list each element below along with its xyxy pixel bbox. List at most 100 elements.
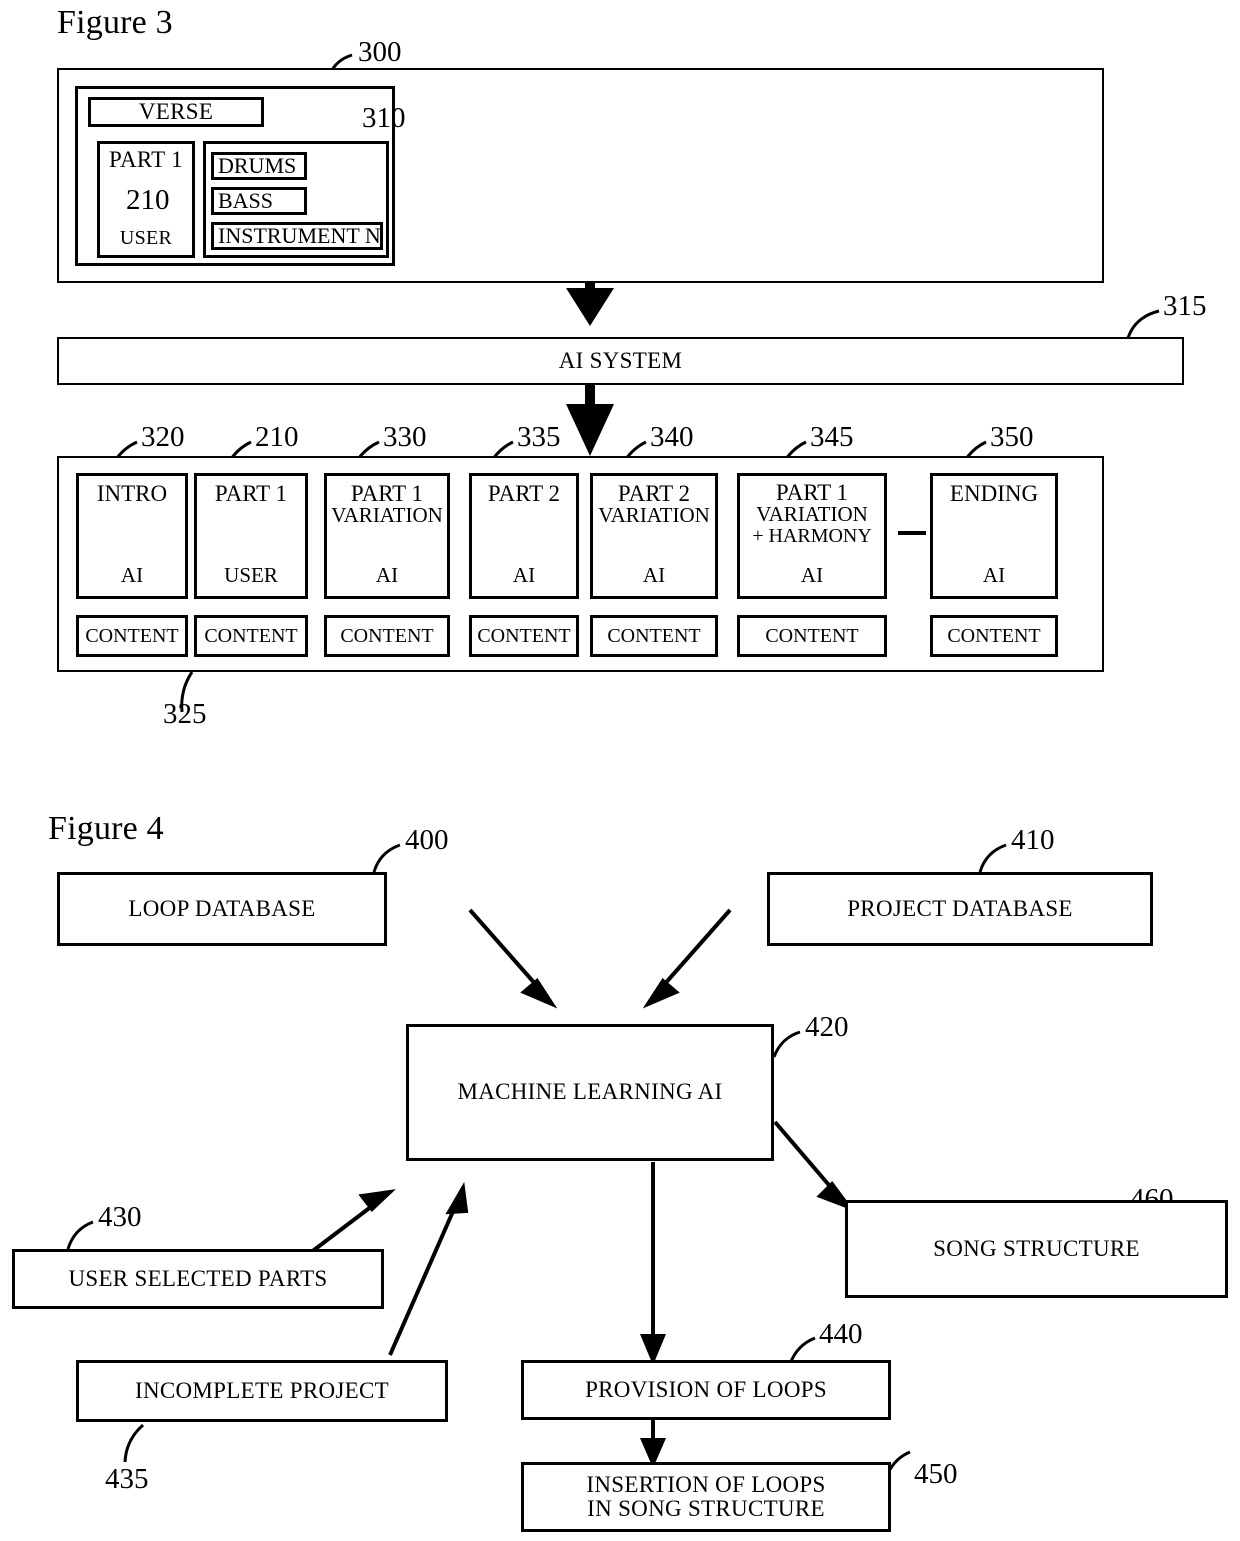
ref-450: 450	[914, 1458, 958, 1490]
content-label: CONTENT	[947, 624, 1041, 647]
leader-435	[123, 1423, 145, 1463]
ref-340: 340	[650, 421, 694, 453]
ref-320: 320	[141, 421, 185, 453]
content-label: CONTENT	[340, 624, 434, 647]
part-title-intro: INTRO	[96, 481, 168, 506]
part-title-text: PART 1	[775, 480, 849, 505]
ref-420: 420	[805, 1011, 849, 1043]
figure-3-title: Figure 3	[57, 4, 173, 41]
insertion-of-loops-label-line2: IN SONG STRUCTURE	[587, 1496, 825, 1521]
project-database-box: PROJECT DATABASE	[767, 872, 1153, 946]
arrow-ml-to-songstructure	[773, 1120, 842, 1200]
ref-210-inner: 210	[126, 184, 170, 216]
ref-315: 315	[1163, 290, 1207, 322]
leader-410	[978, 843, 1007, 873]
part-title-text: PART 1	[350, 481, 424, 506]
leader-400	[372, 843, 401, 873]
loop-database-box: LOOP DATABASE	[57, 872, 387, 946]
part-cell-part2-variation: PART 2 VARIATION AI	[590, 473, 718, 599]
part-source-part2-variation: AI	[642, 563, 666, 587]
user-selected-parts-box: USER SELECTED PARTS	[12, 1249, 384, 1309]
content-box-part2-variation: CONTENT	[590, 615, 718, 657]
ref-210-part: 210	[255, 421, 299, 453]
content-box-part1-variation-harmony: CONTENT	[737, 615, 887, 657]
part-source-intro: AI	[120, 563, 144, 587]
user-selected-parts-label: USER SELECTED PARTS	[68, 1265, 328, 1291]
content-label: CONTENT	[85, 624, 179, 647]
ref-345: 345	[810, 421, 854, 453]
ref-300: 300	[358, 36, 402, 68]
part-subtitle-text: VARIATION	[756, 502, 868, 527]
content-box-intro: CONTENT	[76, 615, 188, 657]
content-box-part1-variation: CONTENT	[324, 615, 450, 657]
content-label: CONTENT	[607, 624, 701, 647]
user-part-title: PART 1	[109, 147, 183, 172]
leader-420	[772, 1030, 801, 1058]
loop-database-label: LOOP DATABASE	[128, 895, 316, 921]
part-title-part1-user: PART 1	[214, 481, 288, 506]
machine-learning-ai-label: MACHINE LEARNING AI	[457, 1079, 723, 1105]
flow-arrow-to-ai-system	[566, 280, 614, 326]
part-source-part2: AI	[512, 563, 536, 587]
part-subtitle-text: VARIATION	[331, 503, 443, 528]
incomplete-project-label: INCOMPLETE PROJECT	[135, 1377, 389, 1403]
content-box-part1-user: CONTENT	[194, 615, 308, 657]
ref-310: 310	[362, 102, 406, 134]
instrument-box-bass: BASS	[211, 187, 307, 215]
ref-335: 335	[517, 421, 561, 453]
instrument-box-drums: DRUMS	[211, 152, 307, 180]
part-cell-part1-variation-harmony: PART 1 VARIATION + HARMONY AI	[737, 473, 887, 599]
song-structure-label: SONG STRUCTURE	[933, 1235, 1140, 1261]
content-box-ending: CONTENT	[930, 615, 1058, 657]
content-box-part2: CONTENT	[469, 615, 579, 657]
ref-400: 400	[405, 824, 449, 856]
instrument-label-instrument-n: INSTRUMENT N	[218, 223, 381, 248]
arrow-userparts-to-ml	[308, 1198, 382, 1255]
part-cell-part2: PART 2 AI	[469, 473, 579, 599]
ref-350: 350	[990, 421, 1034, 453]
part-title-part2-variation: PART 2 VARIATION	[598, 482, 710, 527]
incomplete-project-box: INCOMPLETE PROJECT	[76, 1360, 448, 1422]
part-source-part1-variation: AI	[375, 563, 399, 587]
content-label: CONTENT	[477, 624, 571, 647]
part-source-ending: AI	[982, 563, 1006, 587]
ref-430: 430	[98, 1201, 142, 1233]
part-source-part1-user: USER	[224, 563, 278, 587]
verse-label: VERSE	[138, 98, 214, 124]
leader-430	[66, 1220, 94, 1250]
insertion-of-loops-box: INSERTION OF LOOPS IN SONG STRUCTURE	[521, 1462, 891, 1532]
instrument-label-drums: DRUMS	[218, 153, 297, 178]
connector-dash	[898, 531, 926, 535]
part-cell-part1-variation: PART 1 VARIATION AI	[324, 473, 450, 599]
project-database-label: PROJECT DATABASE	[847, 895, 1073, 921]
verse-label-box: VERSE	[88, 97, 264, 127]
ref-435: 435	[105, 1463, 149, 1495]
part-title-text: PART 2	[617, 481, 691, 506]
ai-system-box: AI SYSTEM	[57, 337, 1184, 385]
ref-410: 410	[1011, 824, 1055, 856]
arrow-loopdb-to-ml	[468, 908, 547, 997]
part-subtitle-text: VARIATION	[598, 503, 710, 528]
part-title-part1-variation: PART 1 VARIATION	[331, 482, 443, 527]
part-subtitle2-text: + HARMONY	[752, 524, 872, 547]
content-label: CONTENT	[204, 624, 298, 647]
part-source-part1-variation-harmony: AI	[800, 563, 824, 587]
ref-330: 330	[383, 421, 427, 453]
part-cell-ending: ENDING AI	[930, 473, 1058, 599]
instrument-box-instrument-n: INSTRUMENT N	[211, 222, 383, 250]
ref-440: 440	[819, 1318, 863, 1350]
part-cell-intro: INTRO AI	[76, 473, 188, 599]
arrow-incomplete-to-ml	[388, 1199, 460, 1356]
machine-learning-ai-box: MACHINE LEARNING AI	[406, 1024, 774, 1161]
song-structure-box: SONG STRUCTURE	[845, 1200, 1228, 1298]
provision-of-loops-label: PROVISION OF LOOPS	[585, 1376, 827, 1402]
provision-of-loops-box: PROVISION OF LOOPS	[521, 1360, 891, 1420]
flow-arrow-to-parts-row	[566, 385, 614, 456]
figure-4-title: Figure 4	[48, 810, 164, 847]
part-title-ending: ENDING	[949, 481, 1039, 506]
part-cell-part1-user: PART 1 USER	[194, 473, 308, 599]
insertion-of-loops-label-line1: INSERTION OF LOOPS	[586, 1471, 826, 1497]
leader-315	[1126, 309, 1160, 339]
content-label: CONTENT	[765, 624, 859, 647]
arrow-projectdb-to-ml	[653, 908, 732, 997]
